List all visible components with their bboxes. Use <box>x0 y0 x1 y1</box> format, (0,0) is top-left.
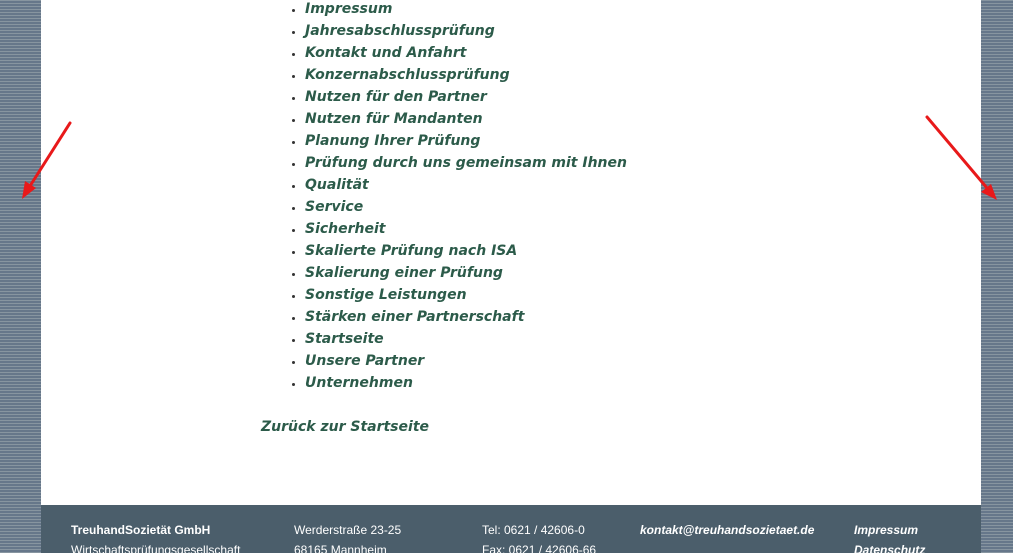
sitemap-item: Kontakt und Anfahrt <box>305 42 627 64</box>
sitemap-item: Qualität <box>305 174 627 196</box>
sitemap-item: Prüfung durch uns gemeinsam mit Ihnen <box>305 152 627 174</box>
footer-email-block: kontakt@treuhandsozietaet.de <box>640 520 814 540</box>
sitemap-item: Nutzen für Mandanten <box>305 108 627 130</box>
sitemap-link-kontakt[interactable]: Kontakt und Anfahrt <box>305 45 466 61</box>
sitemap-link-qualitaet[interactable]: Qualität <box>305 177 369 193</box>
sitemap-link-skalierung[interactable]: Skalierung einer Prüfung <box>305 265 503 281</box>
footer-address: Werderstraße 23-25 68165 Mannheim <box>294 520 401 553</box>
sitemap-item: Planung Ihrer Prüfung <box>305 130 627 152</box>
footer-company-name: TreuhandSozietät GmbH <box>71 523 211 537</box>
footer-contact-numbers: Tel: 0621 / 42606-0 Fax: 0621 / 42606-66 <box>482 520 596 553</box>
sitemap-link-unternehmen[interactable]: Unternehmen <box>305 375 413 391</box>
sitemap-link-nutzen-partner[interactable]: Nutzen für den Partner <box>305 89 487 105</box>
sitemap-link-staerken[interactable]: Stärken einer Partnerschaft <box>305 309 524 325</box>
footer-email-link[interactable]: kontakt@treuhandsozietaet.de <box>640 523 814 537</box>
sitemap-item: Konzernabschlussprüfung <box>305 64 627 86</box>
footer-phone: Tel: 0621 / 42606-0 <box>482 523 585 537</box>
sitemap-link-nutzen-mandanten[interactable]: Nutzen für Mandanten <box>305 111 483 127</box>
footer: TreuhandSozietät GmbH Wirtschaftsprüfung… <box>41 505 981 553</box>
sitemap-link-pruefung-gemeinsam[interactable]: Prüfung durch uns gemeinsam mit Ihnen <box>305 155 627 171</box>
sitemap-link-sicherheit[interactable]: Sicherheit <box>305 221 386 237</box>
sitemap-item: Stärken einer Partnerschaft <box>305 306 627 328</box>
sitemap-link-jahresabschlusspruefung[interactable]: Jahresabschlussprüfung <box>305 23 495 39</box>
sitemap-item: Skalierung einer Prüfung <box>305 262 627 284</box>
sitemap-item: Startseite <box>305 328 627 350</box>
footer-company-type: Wirtschaftsprüfungsgesellschaft <box>71 543 241 553</box>
sitemap-item: Unternehmen <box>305 372 627 394</box>
sitemap-link-skalierte-pruefung[interactable]: Skalierte Prüfung nach ISA <box>305 243 517 259</box>
footer-company: TreuhandSozietät GmbH Wirtschaftsprüfung… <box>71 520 240 553</box>
footer-fax: Fax: 0621 / 42606-66 <box>482 543 597 553</box>
back-to-home-link[interactable]: Zurück zur Startseite <box>261 417 429 437</box>
footer-impressum-link[interactable]: Impressum <box>854 520 925 540</box>
sitemap-item: Jahresabschlussprüfung <box>305 20 627 42</box>
sitemap-item: Sicherheit <box>305 218 627 240</box>
sitemap-link-sonstige-leistungen[interactable]: Sonstige Leistungen <box>305 287 467 303</box>
footer-links: Impressum Datenschutz <box>854 520 925 553</box>
sitemap-item: Impressum <box>305 0 627 20</box>
sitemap-link-service[interactable]: Service <box>305 199 363 215</box>
sitemap-link-konzernabschlusspruefung[interactable]: Konzernabschlussprüfung <box>305 67 510 83</box>
sitemap-item: Nutzen für den Partner <box>305 86 627 108</box>
sitemap-link-planung[interactable]: Planung Ihrer Prüfung <box>305 133 480 149</box>
sitemap-item: Service <box>305 196 627 218</box>
sitemap-link-unsere-partner[interactable]: Unsere Partner <box>305 353 424 369</box>
sitemap-link-startseite[interactable]: Startseite <box>305 331 384 347</box>
page-content: Impressum Jahresabschlussprüfung Kontakt… <box>41 0 981 553</box>
sitemap-item: Skalierte Prüfung nach ISA <box>305 240 627 262</box>
footer-city: 68165 Mannheim <box>294 543 387 553</box>
sitemap-list: Impressum Jahresabschlussprüfung Kontakt… <box>286 0 627 394</box>
sitemap-item: Unsere Partner <box>305 350 627 372</box>
footer-street: Werderstraße 23-25 <box>294 523 402 537</box>
sitemap-link-impressum[interactable]: Impressum <box>305 1 392 17</box>
footer-datenschutz-link[interactable]: Datenschutz <box>854 540 925 553</box>
sitemap-item: Sonstige Leistungen <box>305 284 627 306</box>
